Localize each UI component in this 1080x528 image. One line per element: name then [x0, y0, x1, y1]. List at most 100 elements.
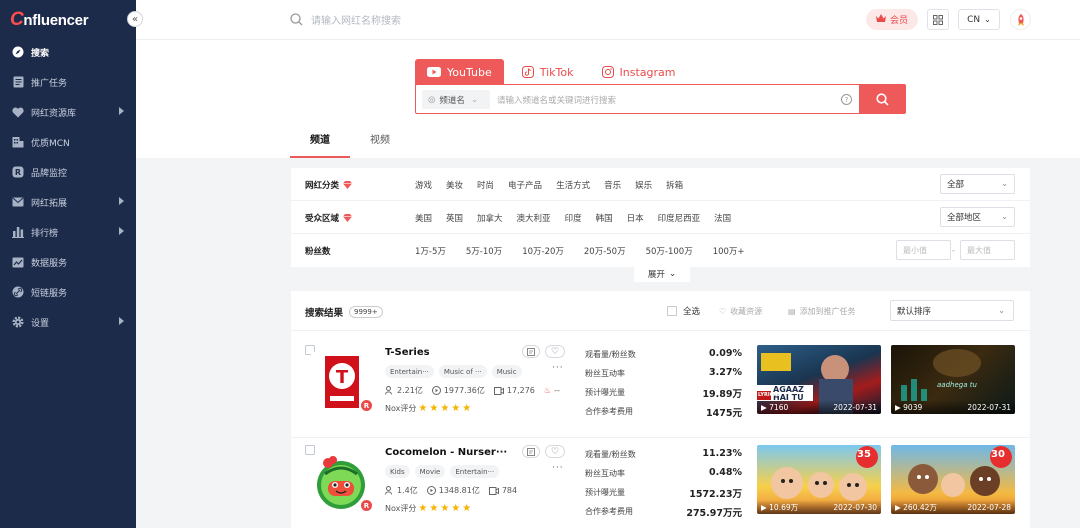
- note-button[interactable]: [522, 445, 540, 458]
- select-all-checkbox[interactable]: 全选: [667, 305, 700, 317]
- diamond-icon: [343, 181, 353, 189]
- note-button[interactable]: [522, 345, 540, 358]
- filter-option[interactable]: 时尚: [477, 179, 494, 191]
- filter-option[interactable]: 1万-5万: [415, 245, 446, 257]
- collapse-sidebar-button[interactable]: «: [127, 11, 143, 27]
- metric-value: 3.27%: [709, 367, 742, 378]
- channel-name[interactable]: T-Series: [385, 347, 430, 358]
- global-search-placeholder: 请输入网红名称搜索: [311, 16, 401, 27]
- sidebar-item-shortlink[interactable]: 短链服务: [0, 277, 136, 307]
- filter-option[interactable]: 音乐: [604, 179, 621, 191]
- category-select[interactable]: 全部 ⌄: [940, 174, 1015, 194]
- video-thumbnail[interactable]: aadhega tu ▶ 9039 2022-07-31: [891, 345, 1015, 414]
- help-icon[interactable]: ?: [841, 94, 852, 105]
- result-card: T R T-Series ♡ Entertain··· Music of ···…: [291, 341, 1030, 441]
- tag: Entertain···: [450, 465, 500, 478]
- favorite-button[interactable]: ♡: [545, 445, 565, 458]
- svg-text:T: T: [336, 367, 349, 388]
- collect-button[interactable]: ♡ 收藏资源: [719, 306, 762, 317]
- filter-option[interactable]: 法国: [714, 212, 731, 224]
- channel-name[interactable]: Cocomelon - Nurser···: [385, 447, 507, 458]
- sidebar-item-library[interactable]: 网红资源库: [0, 97, 136, 127]
- sidebar-item-label: 网红拓展: [31, 198, 68, 209]
- filter-option[interactable]: 澳大利亚: [517, 212, 551, 224]
- search-field-value: 频道名: [439, 95, 465, 106]
- filter-option[interactable]: 韩国: [596, 212, 613, 224]
- crown-icon: [875, 14, 886, 25]
- filter-option[interactable]: 20万-50万: [584, 245, 626, 257]
- result-type-tabs: 频道 视频: [290, 124, 410, 158]
- more-options-icon[interactable]: ···: [552, 463, 564, 473]
- region-select[interactable]: 全部地区 ⌄: [940, 207, 1015, 227]
- search-field-select[interactable]: ◎ 频道名 ⌄: [422, 90, 490, 109]
- chevron-down-icon: ⌄: [1001, 179, 1008, 188]
- row-checkbox[interactable]: [305, 445, 315, 455]
- checkbox[interactable]: [667, 306, 677, 316]
- duration-badge: 30: [991, 449, 1005, 460]
- views-stat: 1348.81亿: [426, 485, 480, 496]
- filter-option[interactable]: 印度: [565, 212, 582, 224]
- more-options-icon[interactable]: ···: [552, 363, 564, 373]
- tab-youtube[interactable]: YouTube: [415, 59, 504, 85]
- sidebar-item-brand[interactable]: R 品牌监控: [0, 157, 136, 187]
- chevron-right-icon: [119, 197, 124, 205]
- metric-row: 合作参考费用 275.97万元: [585, 503, 742, 522]
- add-to-task-button[interactable]: ▤ 添加到推广任务: [788, 306, 856, 317]
- vip-button[interactable]: 会员: [866, 9, 918, 30]
- video-thumbnail[interactable]: 35 ▶ 10.69万 2022-07-30: [757, 445, 881, 514]
- filter-option[interactable]: 印度尼西亚: [658, 212, 701, 224]
- tab-instagram[interactable]: Instagram: [592, 59, 686, 85]
- sidebar-item-search[interactable]: 搜索: [0, 37, 136, 67]
- video-thumbnail[interactable]: AGAAZ HAI TU LYRICAL ▶ 7160 2022-07-31: [757, 345, 881, 414]
- filter-option[interactable]: 游戏: [415, 179, 432, 191]
- sidebar-item-mcn[interactable]: 优质MCN: [0, 127, 136, 157]
- sidebar-item-ranking[interactable]: 排行榜: [0, 217, 136, 247]
- channel-search-input[interactable]: 请输入频道名或关键词进行搜索: [497, 94, 616, 106]
- videos-stat: 17,276: [493, 386, 535, 395]
- sidebar-item-label: 排行榜: [31, 228, 59, 239]
- global-search[interactable]: 请输入网红名称搜索: [290, 12, 401, 27]
- chevron-down-icon: ⌄: [998, 306, 1005, 315]
- filter-option[interactable]: 5万-10万: [466, 245, 502, 257]
- sidebar-item-data[interactable]: 数据服务: [0, 247, 136, 277]
- tab-video[interactable]: 视频: [350, 124, 410, 158]
- filter-option[interactable]: 英国: [446, 212, 463, 224]
- search-button[interactable]: [859, 85, 905, 113]
- filter-option[interactable]: 加拿大: [477, 212, 503, 224]
- filter-option[interactable]: 美妆: [446, 179, 463, 191]
- svg-text:aadhega tu: aadhega tu: [937, 381, 977, 389]
- filter-option[interactable]: 50万-100万: [646, 245, 693, 257]
- sidebar-item-settings[interactable]: 设置: [0, 307, 136, 337]
- filter-option[interactable]: 10万-20万: [522, 245, 564, 257]
- filter-option[interactable]: 美国: [415, 212, 432, 224]
- video-date: 2022-07-31: [833, 402, 877, 412]
- filter-option[interactable]: 电子产品: [508, 179, 542, 191]
- sidebar-item-tasks[interactable]: 推广任务: [0, 67, 136, 97]
- metric-label: 粉丝互动率: [585, 369, 625, 378]
- filter-row-category: 网红分类 游戏 美妆 时尚 电子产品 生活方式 音乐 娱乐 拆箱 全部 ⌄: [291, 168, 1030, 201]
- fans-max-input[interactable]: 最大值: [960, 240, 1015, 260]
- tab-tiktok[interactable]: TikTok: [512, 59, 584, 85]
- favorite-button[interactable]: ♡: [545, 345, 565, 358]
- user-avatar[interactable]: [1010, 9, 1031, 30]
- expand-filters-button[interactable]: 展开 ⌄: [634, 266, 690, 282]
- chevron-down-icon: ⌄: [470, 94, 479, 105]
- chevron-down-icon: ⌄: [984, 15, 991, 24]
- tab-channel[interactable]: 频道: [290, 124, 350, 158]
- filter-option[interactable]: 娱乐: [635, 179, 652, 191]
- language-select[interactable]: CN ⌄: [958, 9, 1000, 30]
- filter-option[interactable]: 拆箱: [666, 179, 683, 191]
- metric-value: 0.48%: [709, 467, 742, 478]
- filter-option[interactable]: 生活方式: [556, 179, 590, 191]
- results-header: 搜索结果 9999+ 全选 ♡ 收藏资源 ▤ 添加到推广任务 默认排序 ⌄: [291, 291, 1030, 331]
- sidebar-item-outreach[interactable]: 网红拓展: [0, 187, 136, 217]
- sort-select[interactable]: 默认排序 ⌄: [890, 300, 1014, 321]
- filter-row-region: 受众区域 美国 英国 加拿大 澳大利亚 印度 韩国 日本 印度尼西亚 法国 全部…: [291, 201, 1030, 234]
- video-thumbnail[interactable]: 30 ▶ 260.42万 2022-07-28: [891, 445, 1015, 514]
- filter-option[interactable]: 100万+: [713, 245, 745, 257]
- metric-value: 275.97万元: [686, 508, 742, 519]
- filter-option[interactable]: 日本: [627, 212, 644, 224]
- fans-min-input[interactable]: 最小值: [896, 240, 951, 260]
- logo[interactable]: Cnfluencer: [10, 9, 89, 30]
- apps-grid-button[interactable]: [927, 9, 949, 30]
